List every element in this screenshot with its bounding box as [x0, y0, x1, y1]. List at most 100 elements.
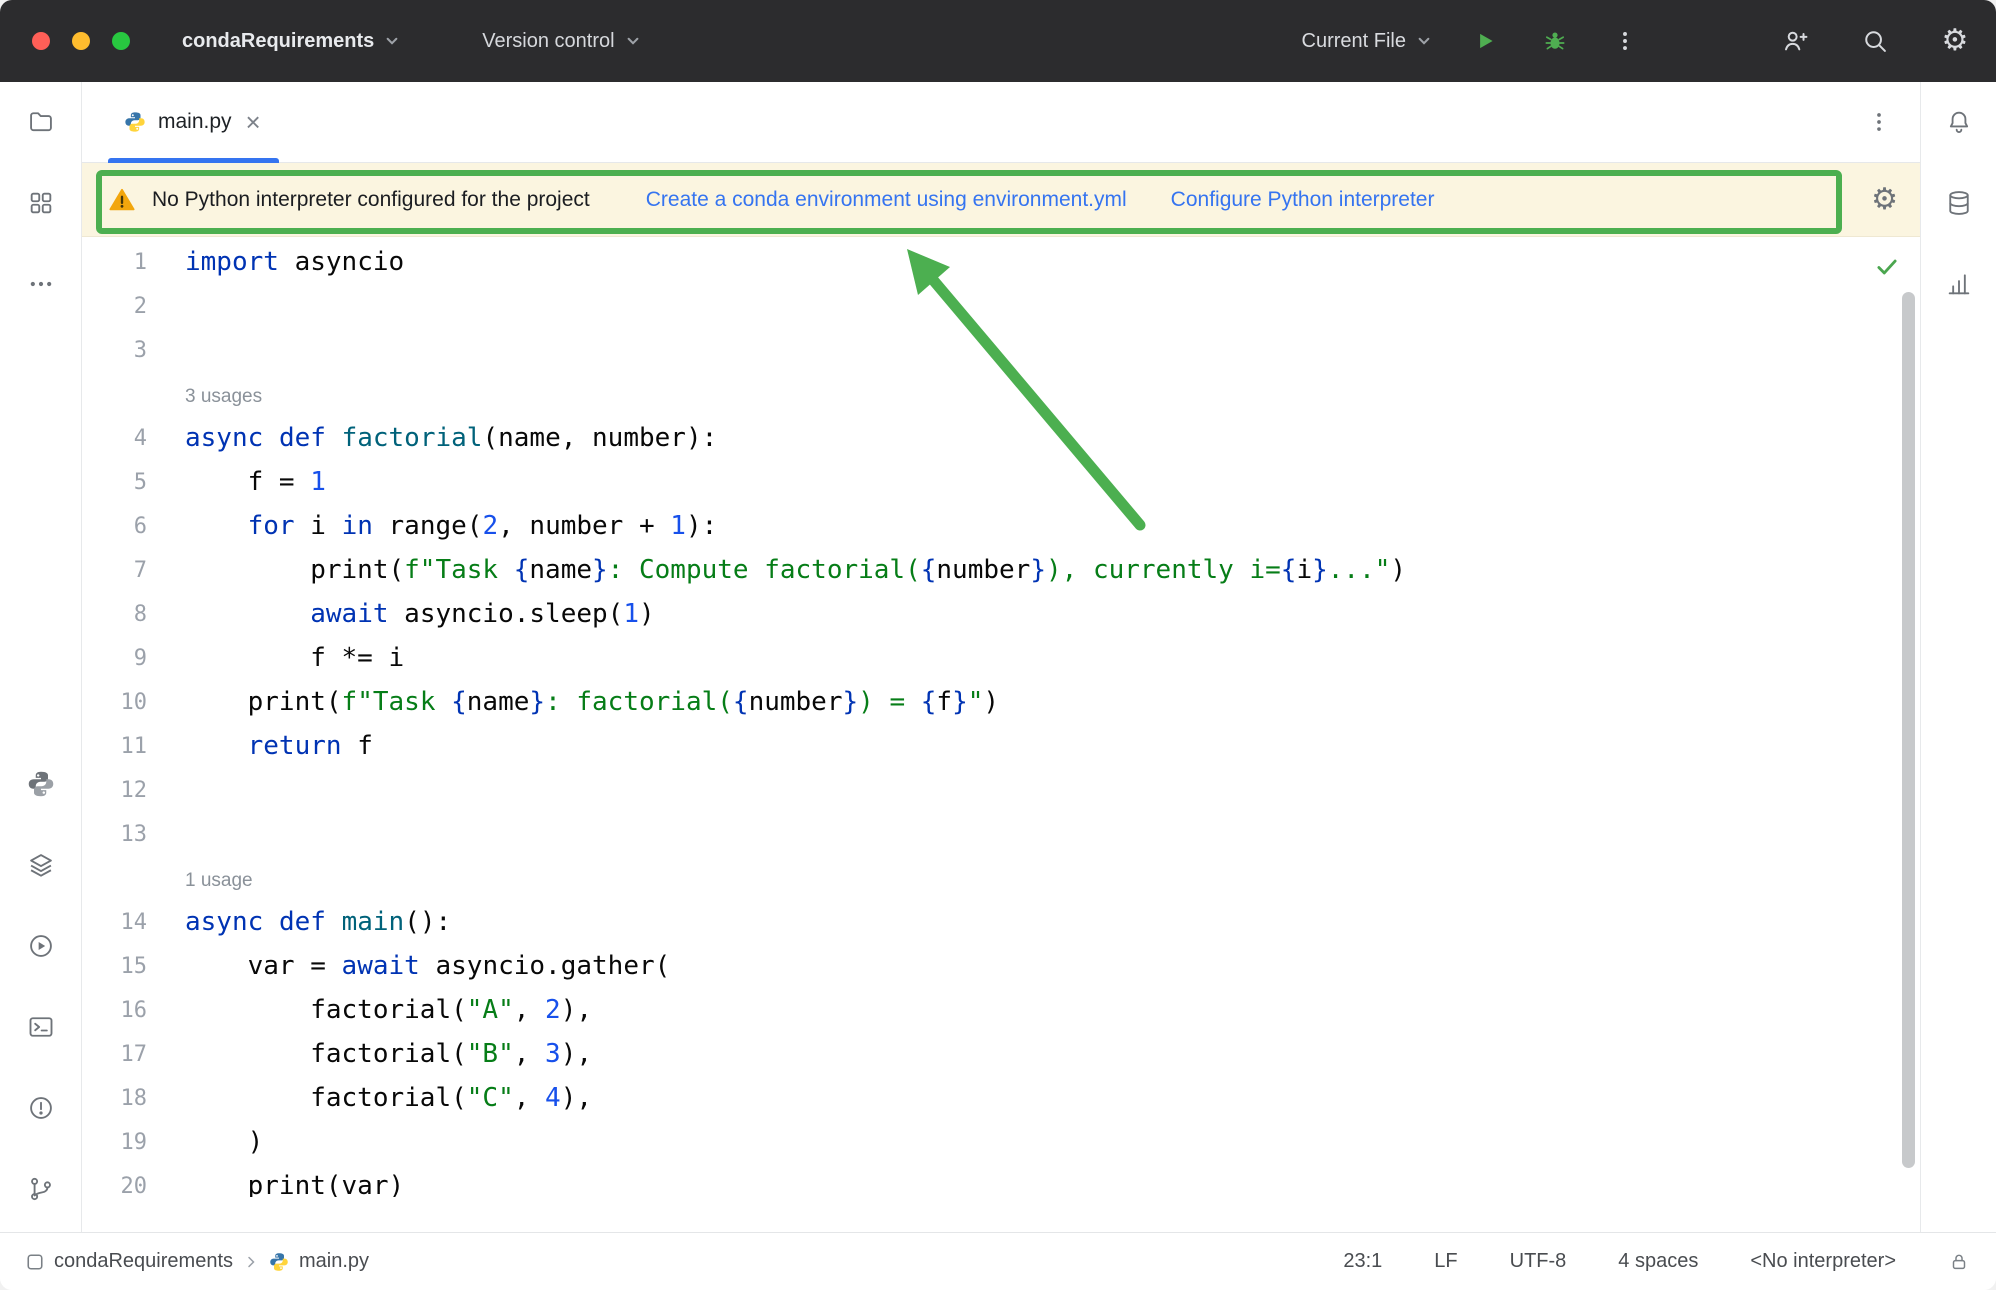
interpreter-widget[interactable]: <No interpreter> — [1750, 1250, 1896, 1273]
run-icon — [1472, 28, 1498, 54]
debug-button[interactable] — [1540, 26, 1570, 56]
close-button[interactable] — [32, 32, 50, 50]
code-content: f = 1 — [147, 467, 326, 497]
line-number[interactable]: 2 — [82, 294, 147, 319]
main-area: main.py × No Python interp — [0, 82, 1996, 1232]
run-config-selector[interactable]: Current File — [1302, 30, 1434, 53]
create-conda-env-link[interactable]: Create a conda environment using environ… — [646, 188, 1127, 212]
editor-scrollbar[interactable] — [1902, 292, 1915, 1168]
line-number[interactable]: 20 — [82, 1174, 147, 1198]
more-actions-button[interactable] — [1610, 26, 1640, 56]
configure-interpreter-link[interactable]: Configure Python interpreter — [1171, 188, 1435, 212]
run-button[interactable] — [1470, 26, 1500, 56]
code-content: f *= i — [147, 643, 404, 673]
tab-close-button[interactable]: × — [244, 109, 263, 135]
line-number[interactable]: 17 — [82, 1042, 147, 1067]
kebab-icon — [1612, 28, 1638, 54]
line-number[interactable]: 4 — [82, 426, 147, 451]
line-number[interactable]: 5 — [82, 470, 147, 495]
code-line[interactable]: 3 — [82, 328, 1920, 372]
code-line[interactable]: 8 await asyncio.sleep(1) — [82, 592, 1920, 636]
code-line[interactable]: 9 f *= i — [82, 636, 1920, 680]
more-toolwindows-button[interactable] — [19, 262, 63, 306]
code-content: ) — [147, 1127, 263, 1157]
vcs-label: Version control — [482, 30, 614, 53]
gear-icon: ⚙ — [1942, 26, 1969, 56]
settings-button[interactable]: ⚙ — [1940, 26, 1970, 56]
structure-toolwindow-button[interactable] — [19, 181, 63, 225]
project-selector[interactable]: condaRequirements — [182, 30, 402, 53]
breadcrumb-file[interactable]: main.py — [269, 1250, 369, 1273]
caret-position-widget[interactable]: 23:1 — [1343, 1250, 1382, 1273]
readonly-toggle[interactable] — [1948, 1251, 1970, 1273]
line-number[interactable]: 16 — [82, 998, 147, 1023]
terminal-button[interactable] — [19, 1005, 63, 1049]
line-number[interactable]: 18 — [82, 1086, 147, 1111]
tab-options-button[interactable] — [1866, 109, 1892, 135]
code-line[interactable]: 18 factorial("C", 4), — [82, 1076, 1920, 1120]
code-with-me-button[interactable] — [1780, 26, 1810, 56]
code-line[interactable]: 6 for i in range(2, number + 1): — [82, 504, 1920, 548]
line-number[interactable]: 15 — [82, 954, 147, 979]
code-line[interactable]: 1import asyncio — [82, 240, 1920, 284]
inlay-hint-row[interactable]: 3 usages — [82, 372, 1920, 416]
banner-settings-button[interactable]: ⚙ — [1871, 185, 1898, 215]
line-number[interactable]: 19 — [82, 1130, 147, 1155]
editor-tab-bar: main.py × — [82, 82, 1920, 163]
notifications-button[interactable] — [1937, 100, 1981, 144]
line-separator-widget[interactable]: LF — [1434, 1250, 1457, 1273]
version-control-button[interactable] — [19, 1167, 63, 1211]
line-number[interactable]: 3 — [82, 338, 147, 363]
code-line[interactable]: 20 print(var) — [82, 1164, 1920, 1197]
services-button[interactable] — [19, 924, 63, 968]
terminal-icon — [27, 1013, 55, 1041]
line-number[interactable]: 9 — [82, 646, 147, 671]
code-line[interactable]: 16 factorial("A", 2), — [82, 988, 1920, 1032]
code-line[interactable]: 17 factorial("B", 3), — [82, 1032, 1920, 1076]
code-content: factorial("C", 4), — [147, 1083, 592, 1113]
titlebar: condaRequirements Version control Curren… — [0, 0, 1996, 82]
line-number[interactable]: 10 — [82, 690, 147, 715]
line-number[interactable]: 13 — [82, 822, 147, 847]
checkmark-icon — [1874, 254, 1902, 280]
left-rail-bottom-group — [19, 762, 63, 1232]
profiler-button[interactable] — [1937, 262, 1981, 306]
code-line[interactable]: 15 var = await asyncio.gather( — [82, 944, 1920, 988]
search-everywhere-button[interactable] — [1860, 26, 1890, 56]
services-icon — [27, 932, 55, 960]
python-packages-button[interactable] — [19, 762, 63, 806]
code-line[interactable]: 12 — [82, 768, 1920, 812]
code-line[interactable]: 10 print(f"Task {name}: factorial({numbe… — [82, 680, 1920, 724]
line-number[interactable]: 8 — [82, 602, 147, 627]
indent-widget[interactable]: 4 spaces — [1618, 1250, 1698, 1273]
line-number[interactable]: 11 — [82, 734, 147, 759]
project-toolwindow-button[interactable] — [19, 100, 63, 144]
line-number[interactable]: 7 — [82, 558, 147, 583]
code-content: var = await asyncio.gather( — [147, 951, 670, 981]
code-content: async def main(): — [147, 907, 451, 937]
vcs-widget[interactable]: Version control — [482, 30, 642, 53]
dependencies-button[interactable] — [19, 843, 63, 887]
database-button[interactable] — [1937, 181, 1981, 225]
line-number[interactable]: 1 — [82, 250, 147, 275]
zoom-button[interactable] — [112, 32, 130, 50]
encoding-widget[interactable]: UTF-8 — [1510, 1250, 1567, 1273]
line-number[interactable]: 6 — [82, 514, 147, 539]
problems-button[interactable] — [19, 1086, 63, 1130]
code-line[interactable]: 4async def factorial(name, number): — [82, 416, 1920, 460]
editor[interactable]: 1import asyncio 2 3 3 usages4async def fact… — [82, 237, 1920, 1232]
minimize-button[interactable] — [72, 32, 90, 50]
line-number[interactable]: 14 — [82, 910, 147, 935]
code-line[interactable]: 2 — [82, 284, 1920, 328]
code-line[interactable]: 14async def main(): — [82, 900, 1920, 944]
tab-main-py[interactable]: main.py × — [106, 82, 281, 162]
line-number[interactable]: 12 — [82, 778, 147, 803]
breadcrumb[interactable]: condaRequirements — [26, 1250, 233, 1273]
code-line[interactable]: 11 return f — [82, 724, 1920, 768]
code-line[interactable]: 13 — [82, 812, 1920, 856]
code-line[interactable]: 7 print(f"Task {name}: Compute factorial… — [82, 548, 1920, 592]
code-line[interactable]: 5 f = 1 — [82, 460, 1920, 504]
code-line[interactable]: 19 ) — [82, 1120, 1920, 1164]
inspections-widget[interactable] — [1874, 253, 1902, 281]
inlay-hint-row[interactable]: 1 usage — [82, 856, 1920, 900]
